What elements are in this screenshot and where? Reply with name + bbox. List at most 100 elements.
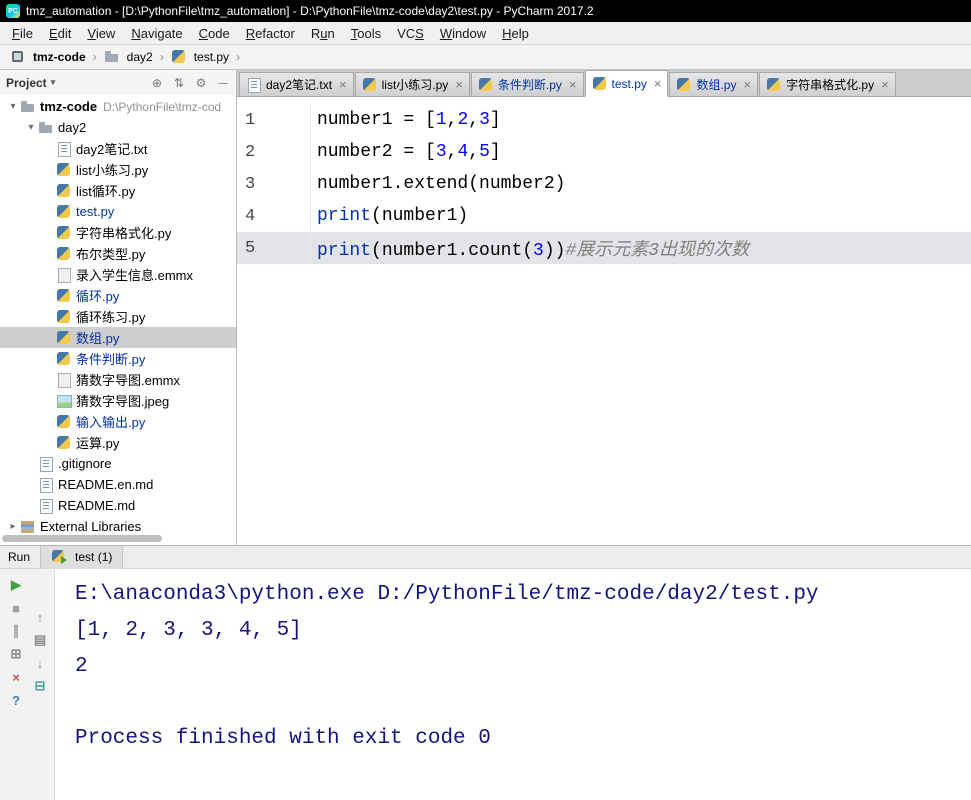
editor-tab[interactable]: 条件判断.py × (470, 72, 584, 96)
tab-label: 字符串格式化.py (786, 78, 875, 92)
code-line[interactable]: 1 number1 = [1,2,3] (237, 104, 971, 136)
scrollbar-thumb[interactable] (2, 535, 162, 542)
tree-item[interactable]: 字符串格式化.py (0, 222, 236, 243)
code-text: number1.extend(number2) (311, 174, 565, 194)
tree-item[interactable]: ▾ tmz-code D:\PythonFile\tmz-cod (0, 96, 236, 117)
breadcrumb-item[interactable]: test.py (169, 48, 231, 66)
tree-item[interactable]: 循环.py (0, 285, 236, 306)
tab-close-icon[interactable]: × (654, 77, 662, 90)
code-segment-builtin: print (317, 241, 372, 261)
editor-tab[interactable]: 数组.py × (669, 72, 759, 96)
chevron-down-icon: ▾ (50, 77, 56, 87)
tree-item-label: 字符串格式化.py (76, 226, 172, 241)
close-icon[interactable]: × (8, 669, 24, 685)
tree-item[interactable]: 输入输出.py (0, 411, 236, 432)
code-segment-plain: number1.extend(number2) (317, 174, 566, 194)
print-icon[interactable]: ▤ (32, 632, 48, 648)
tab-close-icon[interactable]: × (569, 78, 577, 91)
code-line[interactable]: 3 number1.extend(number2) (237, 168, 971, 200)
clear-all-icon[interactable]: ⊟ (32, 678, 48, 694)
menu-item-view[interactable]: View (79, 24, 123, 43)
folder-icon (104, 49, 120, 65)
python-icon (56, 162, 72, 178)
hide-panel-icon[interactable]: ─ (216, 76, 230, 90)
editor-tab[interactable]: test.py × (584, 70, 669, 97)
tab-close-icon[interactable]: × (455, 78, 463, 91)
restore-layout-icon[interactable]: ↑ (32, 609, 48, 625)
project-horizontal-scrollbar[interactable] (2, 535, 202, 543)
text-icon (38, 498, 54, 514)
tab-close-icon[interactable]: × (881, 78, 889, 91)
code-line[interactable]: 4 print(number1) (237, 200, 971, 232)
tree-item[interactable]: README.en.md (0, 474, 236, 495)
code-editor[interactable]: 1 number1 = [1,2,3] 2 number2 = [3,4,5] 3 num… (237, 97, 971, 545)
code-text: number1 = [1,2,3] (311, 110, 501, 130)
tree-item[interactable]: ▸ External Libraries (0, 516, 236, 537)
tree-item[interactable]: list小练习.py (0, 159, 236, 180)
python-icon (56, 204, 72, 220)
menu-item-code[interactable]: Code (191, 24, 238, 43)
python-icon (56, 288, 72, 304)
menu-item-file[interactable]: File (4, 24, 41, 43)
editor-tab[interactable]: list小练习.py × (354, 72, 470, 96)
editor-tab[interactable]: day2笔记.txt × (239, 72, 354, 96)
text-icon (38, 456, 54, 472)
menu-item-tools[interactable]: Tools (343, 24, 389, 43)
run-python-icon (51, 549, 68, 565)
tree-item[interactable]: 录入学生信息.emmx (0, 264, 236, 285)
code-segment-plain: ] (489, 142, 501, 162)
tree-item[interactable]: test.py (0, 201, 236, 222)
menu-item-vcs[interactable]: VCS (389, 24, 432, 43)
tree-item[interactable]: .gitignore (0, 453, 236, 474)
python-icon (171, 49, 187, 65)
code-line[interactable]: 2 number2 = [3,4,5] (237, 136, 971, 168)
menu-item-navigate[interactable]: Navigate (123, 24, 190, 43)
tree-item[interactable]: list循环.py (0, 180, 236, 201)
tree-item[interactable]: 循环练习.py (0, 306, 236, 327)
tree-item-label: README.en.md (58, 477, 154, 492)
tree-item[interactable]: ▾ day2 (0, 117, 236, 138)
breadcrumb-item[interactable]: tmz-code (8, 48, 88, 66)
scroll-to-end-icon[interactable]: ↓ (32, 655, 48, 671)
console-line: Process finished with exit code 0 (75, 727, 491, 750)
chevron-down-icon[interactable]: ▾ (24, 122, 38, 133)
editor-tab[interactable]: 字符串格式化.py × (759, 72, 896, 96)
collapse-all-icon[interactable]: ⇅ (172, 76, 186, 90)
tree-item[interactable]: 猜数字导图.emmx (0, 369, 236, 390)
editor-area: day2笔记.txt × list小练习.py × 条件判断.py × test.py × 数组… (237, 70, 971, 545)
chevron-down-icon[interactable]: ▾ (6, 101, 20, 112)
tab-label: 条件判断.py (497, 78, 562, 92)
console-line: [1, 2, 3, 3, 4, 5] (75, 619, 302, 642)
tree-item[interactable]: 数组.py (0, 327, 236, 348)
rerun-icon[interactable]: ▶ (8, 577, 24, 593)
tree-item[interactable]: README.md (0, 495, 236, 516)
tree-item[interactable]: 猜数字导图.jpeg (0, 390, 236, 411)
run-configuration-tab[interactable]: test (1) (40, 545, 124, 569)
line-number: 5 (237, 232, 311, 264)
tab-close-icon[interactable]: × (743, 78, 751, 91)
pause-output-icon[interactable]: ∥ (8, 623, 24, 639)
show-console-icon[interactable]: ⊞ (8, 646, 24, 662)
menu-item-edit[interactable]: Edit (41, 24, 79, 43)
run-panel-title: Run (8, 550, 31, 564)
settings-gear-icon[interactable]: ⚙ (194, 76, 208, 90)
project-view-selector[interactable]: Project ▾ (6, 76, 55, 90)
chevron-right-icon[interactable]: ▸ (6, 521, 20, 532)
menu-item-window[interactable]: Window (432, 24, 494, 43)
tree-item[interactable]: 运算.py (0, 432, 236, 453)
menu-item-help[interactable]: Help (494, 24, 537, 43)
code-line[interactable]: 5 print(number1.count(3))#展示元素3出现的次数 (237, 232, 971, 264)
code-segment-plain: , (446, 110, 458, 130)
tab-close-icon[interactable]: × (339, 78, 347, 91)
stop-icon[interactable]: ■ (8, 600, 24, 616)
tree-item[interactable]: day2笔记.txt (0, 138, 236, 159)
locate-icon[interactable]: ⊕ (150, 76, 164, 90)
help-icon[interactable]: ? (8, 692, 24, 708)
breadcrumb-item[interactable]: day2 (102, 48, 155, 66)
tree-item-label: 猜数字导图.emmx (76, 373, 181, 388)
menu-item-refactor[interactable]: Refactor (238, 24, 303, 43)
tree-item[interactable]: 条件判断.py (0, 348, 236, 369)
menu-item-run[interactable]: Run (303, 24, 343, 43)
tree-item[interactable]: 布尔类型.py (0, 243, 236, 264)
run-console[interactable]: E:\anaconda3\python.exe D:/PythonFile/tm… (55, 569, 971, 800)
